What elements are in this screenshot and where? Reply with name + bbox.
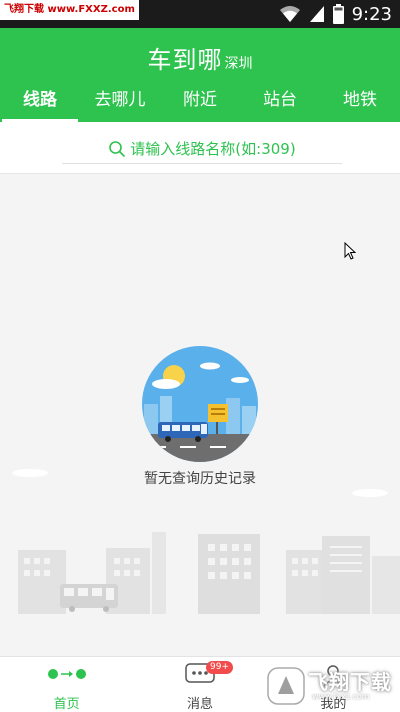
tab-subway[interactable]: 地铁	[320, 80, 400, 122]
mouse-cursor-icon	[344, 242, 356, 260]
app-title: 车到哪	[147, 46, 223, 74]
nav-messages-label: 消息	[186, 697, 213, 712]
empty-history-text: 暂无查询历史记录	[144, 471, 256, 487]
route-icon	[47, 669, 86, 679]
empty-history-illustration	[142, 346, 258, 462]
watermark-logo: 飞翔下载 www.fxxz.com	[262, 662, 394, 710]
search-input[interactable]: 请输入线路名称(如:309)	[62, 134, 342, 164]
tab-nearby[interactable]: 附近	[160, 80, 240, 122]
battery-icon	[332, 4, 344, 24]
search-area: 请输入线路名称(如:309)	[0, 122, 400, 174]
tab-stations[interactable]: 站台	[240, 80, 320, 122]
status-icons: 9:23	[279, 3, 392, 25]
search-icon	[109, 140, 126, 157]
nav-home-label: 首页	[53, 697, 80, 712]
app-header: 车到哪 深圳 线路 去哪儿 附近 站台 地铁	[0, 28, 400, 122]
signal-icon	[309, 6, 324, 22]
watermark-logo-icon	[267, 667, 305, 705]
city-selector[interactable]: 深圳	[225, 56, 253, 72]
wifi-icon	[279, 6, 300, 22]
title-row: 车到哪 深圳	[0, 40, 400, 75]
watermark-top: 飞翔下载 www.FXXZ.com	[0, 0, 139, 20]
tab-destination[interactable]: 去哪儿	[80, 80, 160, 122]
history-area: 暂无查询历史记录	[0, 174, 400, 656]
search-placeholder: 请输入线路名称(如:309)	[130, 140, 296, 158]
watermark-url: www.fxxz.com	[312, 692, 370, 701]
tab-bar: 线路 去哪儿 附近 站台 地铁	[0, 80, 400, 122]
clock: 9:23	[351, 3, 392, 25]
tab-routes[interactable]: 线路	[0, 80, 80, 122]
nav-messages[interactable]: 消息	[133, 657, 266, 712]
message-count-badge: 99+	[206, 661, 233, 674]
nav-home[interactable]: 首页	[0, 657, 133, 712]
city-skyline-illustration	[18, 532, 400, 614]
watermark-text: 飞翔下载	[308, 670, 392, 694]
status-bar: 飞翔下载 www.FXXZ.com 9:23	[0, 0, 400, 28]
